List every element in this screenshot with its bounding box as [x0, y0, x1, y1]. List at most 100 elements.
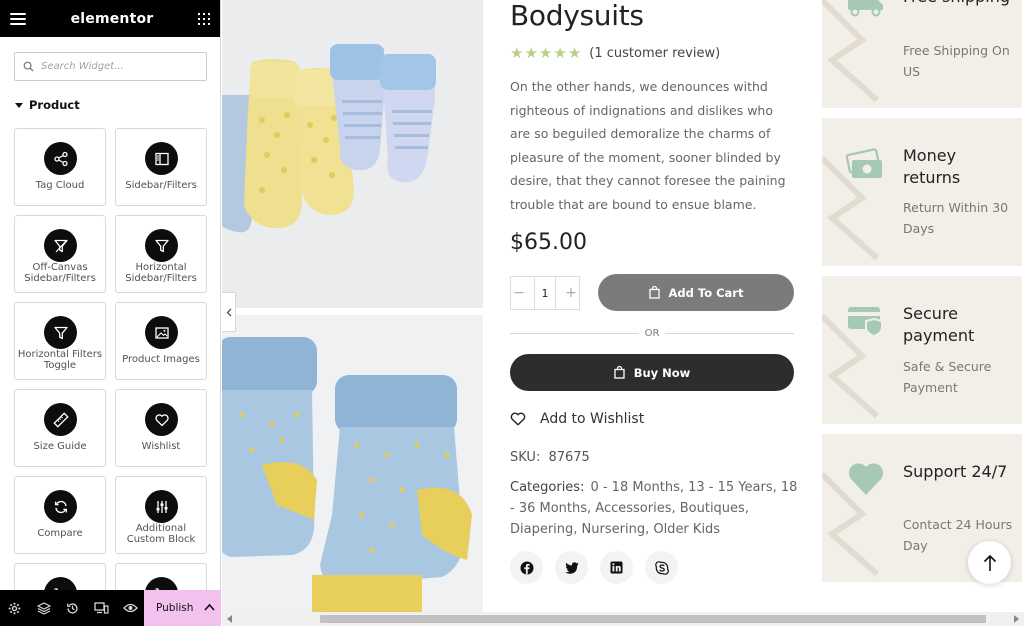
stepper-divider: [533, 277, 535, 309]
panel-footer: Publish: [0, 590, 221, 626]
elementor-panel: elementor Product Tag Cloud: [0, 0, 221, 626]
card-shield-icon: [848, 307, 883, 337]
widget-search[interactable]: [14, 52, 207, 81]
product-description: On the other hands, we denounces withd r…: [510, 79, 786, 212]
filter-icon: [145, 229, 178, 262]
widget-off-canvas-sidebar-filters[interactable]: Off-Canvas Sidebar/Filters: [14, 215, 106, 293]
widget-tag-cloud[interactable]: Tag Cloud: [14, 128, 106, 206]
quantity-increase-button[interactable]: +: [563, 277, 579, 309]
add-to-wishlist-link[interactable]: Add to Wishlist: [510, 411, 644, 427]
skype-icon[interactable]: [645, 551, 678, 584]
quantity-stepper[interactable]: − 1 +: [510, 276, 580, 310]
ruler-icon: [44, 403, 77, 436]
scroll-right-arrow-icon[interactable]: [1014, 615, 1019, 623]
widget-cart-partial[interactable]: [14, 563, 106, 590]
sku-value: 87675: [548, 450, 590, 465]
scroll-left-arrow-icon[interactable]: [227, 615, 232, 623]
twitter-icon[interactable]: [555, 551, 588, 584]
categories-label: Categories:: [510, 480, 585, 495]
product-image-2[interactable]: [222, 315, 483, 612]
settings-icon[interactable]: [0, 590, 29, 626]
horizontal-scrollbar[interactable]: [222, 612, 1024, 626]
product-categories: Categories: 0 - 18 Months, 13 - 15 Years,…: [510, 477, 800, 540]
feature-box-money-returns: Money returns Return Within 30 Days: [822, 118, 1022, 266]
social-share: [510, 551, 678, 584]
product-image-1[interactable]: [222, 0, 483, 308]
money-icon: [846, 148, 882, 178]
feature-subtitle: Free Shipping On US: [903, 43, 1010, 79]
widget-horizontal-filters-toggle[interactable]: Horizontal Filters Toggle: [14, 302, 106, 380]
widget-label: Sidebar/Filters: [125, 180, 197, 191]
buy-now-button[interactable]: Buy Now: [510, 354, 794, 391]
back-to-top-button[interactable]: [968, 541, 1011, 584]
or-label: OR: [644, 327, 660, 339]
review-link[interactable]: (1 customer review): [589, 46, 720, 61]
product-rating: ★ ★ ★ ★ ★ (1 customer review): [510, 45, 720, 61]
widget-cart-partial[interactable]: [115, 563, 207, 590]
filter-icon: [44, 229, 77, 262]
chevron-left-icon: [226, 308, 231, 316]
share-nodes-icon: [44, 142, 77, 175]
responsive-icon[interactable]: [87, 590, 116, 626]
cart-icon: [44, 577, 77, 590]
scrollbar-thumb[interactable]: [320, 615, 986, 623]
product-price: $65.00: [510, 230, 587, 255]
publish-button[interactable]: Publish: [144, 590, 221, 626]
heart-icon: [510, 412, 526, 426]
add-to-cart-button[interactable]: Add To Cart: [598, 274, 794, 311]
widget-product-images[interactable]: Product Images: [115, 302, 207, 380]
sidebar-icon: [145, 142, 178, 175]
widget-search-input[interactable]: [41, 61, 198, 72]
publish-label: Publish: [156, 602, 194, 614]
quantity-value[interactable]: 1: [542, 287, 549, 300]
widget-compare[interactable]: Compare: [14, 476, 106, 554]
category-product-toggle[interactable]: Product: [15, 98, 80, 112]
product-sku: SKU: 87675: [510, 450, 590, 465]
feature-title: Money returns: [903, 146, 961, 187]
widget-size-guide[interactable]: Size Guide: [14, 389, 106, 467]
layers-icon[interactable]: [29, 590, 58, 626]
widget-label: Off-Canvas Sidebar/Filters: [24, 262, 96, 284]
shopping-bag-icon: [614, 366, 625, 379]
widget-label: Horizontal Sidebar/Filters: [125, 262, 197, 284]
caret-down-icon: [15, 102, 23, 108]
wishlist-label: Add to Wishlist: [540, 411, 645, 427]
widgets-grid-icon[interactable]: [197, 12, 210, 25]
linkedin-icon[interactable]: [600, 551, 633, 584]
chevron-up-icon[interactable]: [204, 603, 215, 611]
feature-box-secure-payment: Secure payment Safe & Secure Payment: [822, 276, 1022, 424]
heart-icon: [145, 403, 178, 436]
widget-label: Additional Custom Block: [126, 523, 196, 545]
filter-icon: [44, 316, 77, 349]
widget-sidebar-filters[interactable]: Sidebar/Filters: [115, 128, 207, 206]
elementor-logo: elementor: [70, 10, 154, 27]
panel-collapse-toggle[interactable]: [222, 292, 236, 332]
widget-wishlist[interactable]: Wishlist: [115, 389, 207, 467]
sku-label: SKU:: [510, 450, 541, 465]
truck-icon: [848, 0, 883, 17]
image-icon: [145, 316, 178, 349]
facebook-icon[interactable]: [510, 551, 543, 584]
feature-box-shipping: Free shipping Free Shipping On US: [822, 0, 1022, 108]
or-divider: OR: [510, 326, 795, 340]
menu-icon[interactable]: [10, 12, 26, 25]
history-icon[interactable]: [58, 590, 87, 626]
widget-additional-custom-block[interactable]: Additional Custom Block: [115, 476, 207, 554]
add-to-cart-label: Add To Cart: [668, 285, 744, 300]
product-title: Bodysuits: [510, 0, 644, 32]
search-icon: [23, 61, 34, 72]
shopping-bag-icon: [648, 286, 660, 299]
cart-icon: [145, 577, 178, 590]
quantity-decrease-button[interactable]: −: [511, 277, 527, 309]
preview-eye-icon[interactable]: [116, 590, 145, 626]
widget-label: Product Images: [122, 354, 200, 365]
feature-title: Support 24/7: [903, 462, 1008, 481]
arrow-up-icon: [983, 554, 996, 571]
feature-subtitle: Return Within 30 Days: [903, 200, 1009, 236]
widget-label: Wishlist: [141, 441, 181, 452]
widget-label: Horizontal Filters Toggle: [17, 349, 103, 371]
refresh-icon: [44, 490, 77, 523]
widget-horizontal-sidebar-filters[interactable]: Horizontal Sidebar/Filters: [115, 215, 207, 293]
widget-label: Compare: [37, 528, 83, 539]
sliders-icon: [145, 490, 178, 523]
